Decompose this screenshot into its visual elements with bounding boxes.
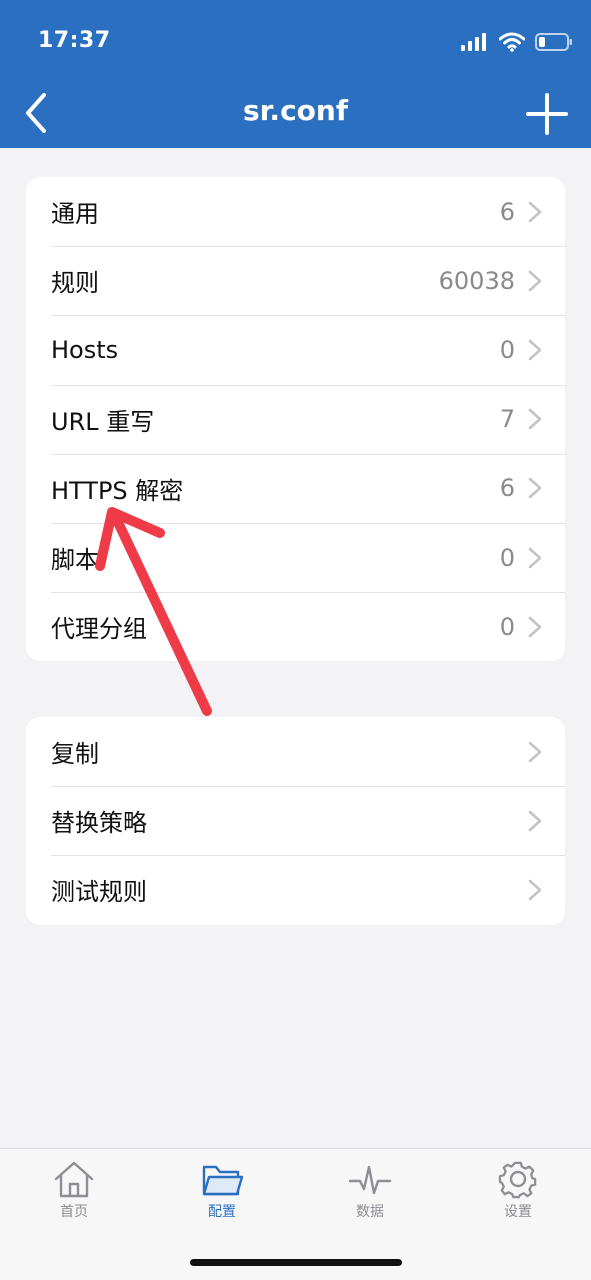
- tab-label: 首页: [60, 1204, 88, 1220]
- row-count: 0: [499, 543, 515, 572]
- chevron-right-icon: [528, 616, 542, 638]
- home-icon: [54, 1161, 94, 1198]
- status-time: 17:37: [38, 28, 111, 53]
- row-label: 脚本: [51, 546, 99, 575]
- chevron-right-icon: [528, 547, 542, 568]
- tab-label: 数据: [356, 1204, 384, 1220]
- row-replace-policy[interactable]: 替换策略: [26, 786, 565, 855]
- chevron-right-icon: [528, 478, 542, 499]
- row-label: Hosts: [51, 335, 119, 364]
- add-button[interactable]: [525, 92, 569, 136]
- row-copy[interactable]: 复制: [26, 717, 565, 786]
- chevron-right-icon: [528, 201, 542, 222]
- chevron-right-icon: [528, 810, 542, 832]
- row-label: URL 重写: [51, 407, 155, 436]
- tab-settings[interactable]: 设置: [468, 1159, 568, 1221]
- row-https-decryption[interactable]: HTTPS 解密 6: [26, 453, 565, 523]
- row-proxy-group[interactable]: 代理分组 0: [26, 592, 565, 661]
- row-count: 0: [499, 612, 515, 641]
- row-count: 60038: [438, 266, 515, 295]
- tab-bar: 首页 配置 数据 设置: [0, 1148, 591, 1280]
- row-label: HTTPS 解密: [51, 476, 184, 505]
- row-count: 6: [499, 474, 515, 503]
- chevron-right-icon: [528, 741, 542, 762]
- row-label: 测试规则: [51, 878, 147, 907]
- tab-label: 配置: [208, 1204, 236, 1220]
- battery-icon: [535, 33, 572, 51]
- tab-data[interactable]: 数据: [320, 1159, 420, 1221]
- chevron-right-icon: [528, 270, 542, 292]
- row-count: 7: [499, 405, 515, 434]
- row-label: 复制: [51, 740, 99, 769]
- chevron-right-icon: [528, 879, 542, 901]
- row-label: 规则: [51, 269, 99, 298]
- row-general[interactable]: 通用 6: [26, 177, 565, 246]
- config-actions-card: 复制 替换策略 测试规则: [26, 717, 565, 925]
- row-rules[interactable]: 规则 60038: [26, 246, 565, 315]
- row-label: 代理分组: [51, 615, 147, 644]
- row-count: 6: [499, 197, 515, 226]
- signal-icon: [461, 33, 486, 51]
- row-script[interactable]: 脚本 0: [26, 522, 565, 592]
- row-label: 替换策略: [51, 809, 147, 838]
- plus-icon: [526, 93, 568, 135]
- gear-icon: [498, 1161, 537, 1199]
- tab-home[interactable]: 首页: [24, 1159, 124, 1221]
- tab-label: 设置: [504, 1204, 532, 1220]
- home-indicator: [190, 1259, 402, 1266]
- row-url-rewrite[interactable]: URL 重写 7: [26, 384, 565, 454]
- row-count: 0: [499, 335, 515, 364]
- row-test-rules[interactable]: 测试规则: [26, 855, 565, 924]
- chevron-right-icon: [528, 339, 542, 361]
- config-sections-card: 通用 6 规则 60038 Hosts 0 URL 重写 7 HTTPS 解密 …: [26, 177, 565, 662]
- page-title: sr.conf: [242, 94, 349, 127]
- tab-config[interactable]: 配置: [172, 1159, 272, 1221]
- wifi-icon: [499, 32, 525, 52]
- chevron-right-icon: [528, 408, 542, 430]
- row-label: 通用: [51, 200, 99, 229]
- nav-header: 17:37 sr.conf: [0, 0, 591, 148]
- screen: 17:37 sr.conf 通用 6 规则 60038 Hosts 0 URL …: [0, 0, 591, 1280]
- status-icons: [461, 30, 573, 54]
- folder-icon: [202, 1165, 244, 1196]
- row-hosts[interactable]: Hosts 0: [26, 315, 565, 384]
- pulse-icon: [348, 1165, 392, 1195]
